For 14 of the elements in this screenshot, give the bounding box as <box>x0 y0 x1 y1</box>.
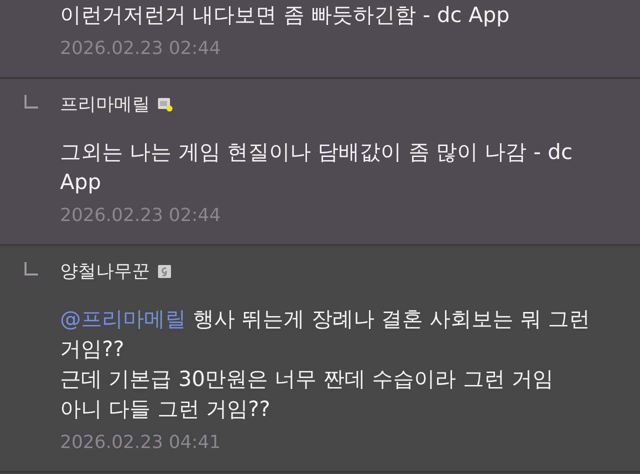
member-badge-icon <box>158 264 171 278</box>
comment-text: 거임?? <box>60 337 124 361</box>
comment-text: 아니 다들 그런 거임?? <box>60 397 270 421</box>
member-badge-icon <box>158 96 173 112</box>
comment-text: App <box>60 170 102 194</box>
comment-text: 그외는 나는 게임 현질이나 담배값이 좀 많이 나감 - dc <box>60 140 573 164</box>
comment-text: 행사 뛰는게 장례나 결혼 사회보는 뭐 그런 <box>193 307 590 331</box>
author-name[interactable]: 프리마메릴 <box>60 92 150 116</box>
comment-date: 2026.02.23 04:41 <box>60 432 222 453</box>
comment-text: 근데 기본급 30만원은 너무 짠데 수습이라 그런 거임 <box>60 367 554 391</box>
comment-text: 이런거저런거 내다보면 좀 빠듯하긴함 - dc App <box>60 3 510 27</box>
comment-date: 2026.02.23 02:44 <box>60 38 222 59</box>
author-name[interactable]: 양철나무꾼 <box>60 259 150 283</box>
comment-date: 2026.02.23 02:44 <box>60 205 222 226</box>
